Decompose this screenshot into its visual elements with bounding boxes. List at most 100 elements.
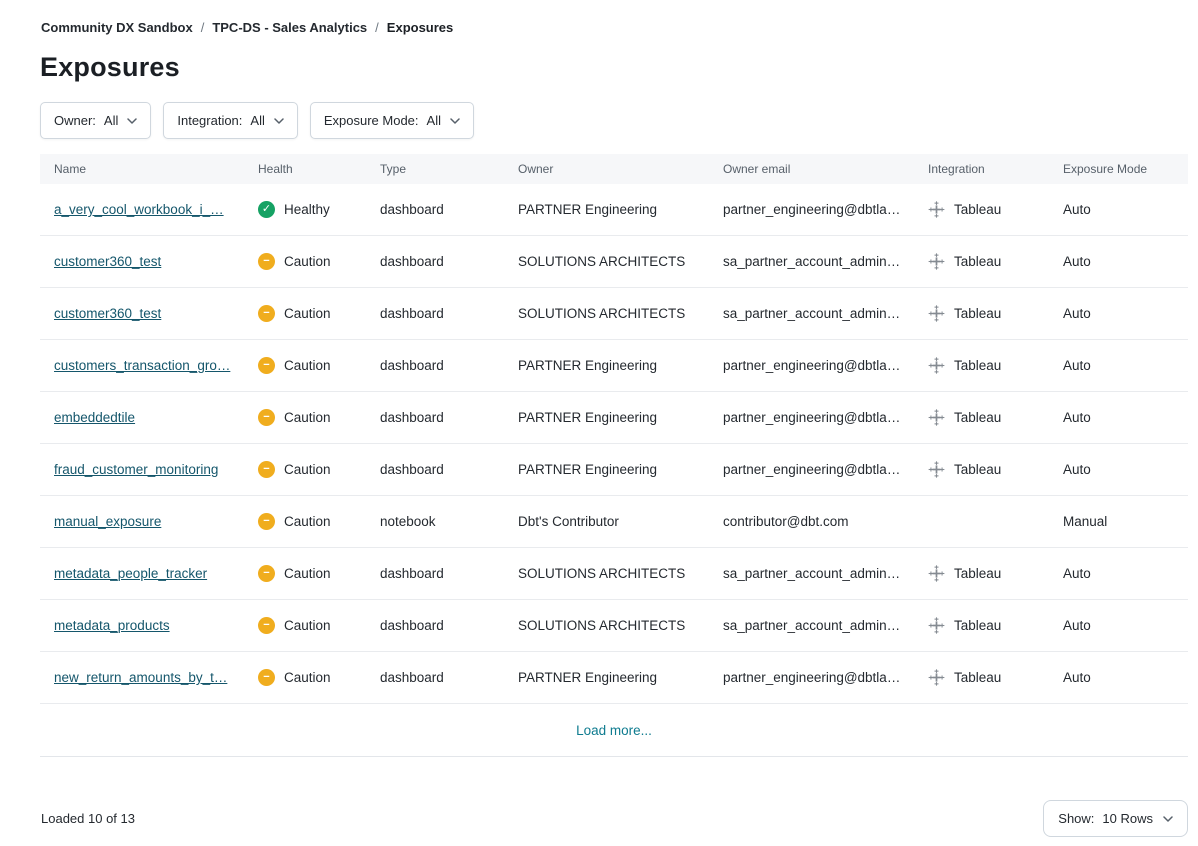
page-title: Exposures bbox=[40, 52, 1188, 83]
owner-cell: SOLUTIONS ARCHITECTS bbox=[518, 566, 723, 581]
owner-email-cell: partner_engineering@dbtla… bbox=[723, 670, 928, 685]
owner-filter-dropdown[interactable]: Owner: All bbox=[40, 102, 151, 139]
owner-email-cell: sa_partner_account_admin… bbox=[723, 566, 928, 581]
owner-email-cell: sa_partner_account_admin… bbox=[723, 254, 928, 269]
exposure-mode-cell: Auto bbox=[1063, 618, 1188, 633]
health-badge: − bbox=[258, 461, 275, 478]
health-badge: − bbox=[258, 513, 275, 530]
owner-filter-value: All bbox=[104, 113, 118, 128]
exposure-name-link[interactable]: a_very_cool_workbook_i_… bbox=[54, 202, 224, 217]
health-badge: − bbox=[258, 357, 275, 374]
loaded-count: Loaded 10 of 13 bbox=[41, 811, 135, 826]
load-more-link[interactable]: Load more... bbox=[576, 723, 652, 738]
show-rows-select[interactable]: Show: 10 Rows bbox=[1043, 800, 1188, 837]
health-badge: ✓ bbox=[258, 201, 275, 218]
load-more-row: Load more... bbox=[40, 704, 1188, 756]
exposure-name-link[interactable]: customer360_test bbox=[54, 254, 161, 269]
breadcrumb-item-environment[interactable]: TPC-DS - Sales Analytics bbox=[212, 20, 367, 35]
owner-cell: SOLUTIONS ARCHITECTS bbox=[518, 306, 723, 321]
type-cell: dashboard bbox=[380, 410, 518, 425]
tableau-icon bbox=[928, 253, 945, 270]
exposure-mode-cell: Auto bbox=[1063, 410, 1188, 425]
type-cell: dashboard bbox=[380, 618, 518, 633]
health-badge: − bbox=[258, 409, 275, 426]
health-label: Caution bbox=[284, 254, 331, 269]
tableau-icon bbox=[928, 461, 945, 478]
owner-cell: PARTNER Engineering bbox=[518, 670, 723, 685]
breadcrumb-item-current: Exposures bbox=[387, 20, 453, 35]
owner-email-cell: contributor@dbt.com bbox=[723, 514, 928, 529]
type-cell: dashboard bbox=[380, 670, 518, 685]
exposure-name-link[interactable]: customer360_test bbox=[54, 306, 161, 321]
type-cell: dashboard bbox=[380, 254, 518, 269]
tableau-icon bbox=[928, 617, 945, 634]
column-header-owner: Owner bbox=[518, 162, 723, 176]
table-body: a_very_cool_workbook_i_… ✓ Healthy dashb… bbox=[40, 184, 1188, 704]
owner-cell: PARTNER Engineering bbox=[518, 410, 723, 425]
breadcrumb: Community DX Sandbox / TPC-DS - Sales An… bbox=[41, 20, 1188, 35]
integration-label: Tableau bbox=[954, 202, 1001, 217]
exposure-name-link[interactable]: new_return_amounts_by_t… bbox=[54, 670, 227, 685]
health-label: Caution bbox=[284, 670, 331, 685]
owner-cell: SOLUTIONS ARCHITECTS bbox=[518, 254, 723, 269]
type-cell: dashboard bbox=[380, 306, 518, 321]
health-badge: − bbox=[258, 669, 275, 686]
health-label: Caution bbox=[284, 358, 331, 373]
exposure-mode-cell: Auto bbox=[1063, 462, 1188, 477]
breadcrumb-separator: / bbox=[375, 20, 379, 35]
exposure-name-link[interactable]: manual_exposure bbox=[54, 514, 161, 529]
health-badge: − bbox=[258, 253, 275, 270]
exposure-name-link[interactable]: customers_transaction_gro… bbox=[54, 358, 230, 373]
health-label: Caution bbox=[284, 514, 331, 529]
integration-label: Tableau bbox=[954, 410, 1001, 425]
tableau-icon bbox=[928, 357, 945, 374]
integration-label: Tableau bbox=[954, 618, 1001, 633]
type-cell: dashboard bbox=[380, 202, 518, 217]
exposure-name-link[interactable]: metadata_products bbox=[54, 618, 170, 633]
show-rows-label: Show: bbox=[1058, 811, 1094, 826]
owner-cell: PARTNER Engineering bbox=[518, 462, 723, 477]
integration-label: Tableau bbox=[954, 358, 1001, 373]
exposure-mode-filter-label: Exposure Mode: bbox=[324, 113, 419, 128]
exposure-name-link[interactable]: fraud_customer_monitoring bbox=[54, 462, 218, 477]
column-header-integration: Integration bbox=[928, 162, 1063, 176]
type-cell: notebook bbox=[380, 514, 518, 529]
integration-label: Tableau bbox=[954, 566, 1001, 581]
owner-email-cell: partner_engineering@dbtla… bbox=[723, 202, 928, 217]
breadcrumb-item-project[interactable]: Community DX Sandbox bbox=[41, 20, 193, 35]
exposures-page: Community DX Sandbox / TPC-DS - Sales An… bbox=[0, 0, 1198, 837]
health-label: Caution bbox=[284, 306, 331, 321]
owner-email-cell: partner_engineering@dbtla… bbox=[723, 358, 928, 373]
owner-email-cell: partner_engineering@dbtla… bbox=[723, 462, 928, 477]
health-label: Caution bbox=[284, 410, 331, 425]
owner-cell: SOLUTIONS ARCHITECTS bbox=[518, 618, 723, 633]
exposures-table: Name Health Type Owner Owner email Integ… bbox=[40, 154, 1188, 757]
exposure-name-link[interactable]: embeddedtile bbox=[54, 410, 135, 425]
exposure-mode-cell: Auto bbox=[1063, 306, 1188, 321]
footer-bar: Loaded 10 of 13 Show: 10 Rows bbox=[40, 800, 1188, 837]
exposure-mode-filter-dropdown[interactable]: Exposure Mode:All bbox=[310, 102, 474, 139]
exposure-mode-cell: Auto bbox=[1063, 670, 1188, 685]
table-row: metadata_people_tracker − Caution dashbo… bbox=[40, 548, 1188, 600]
filters-bar: Owner: All Integration:All Exposure Mode:… bbox=[40, 102, 1188, 139]
exposure-name-link[interactable]: metadata_people_tracker bbox=[54, 566, 207, 581]
table-row: customer360_test − Caution dashboard SOL… bbox=[40, 236, 1188, 288]
owner-email-cell: sa_partner_account_admin… bbox=[723, 618, 928, 633]
health-badge: − bbox=[258, 617, 275, 634]
owner-email-cell: partner_engineering@dbtla… bbox=[723, 410, 928, 425]
health-label: Caution bbox=[284, 462, 331, 477]
chevron-down-icon bbox=[450, 118, 460, 124]
column-header-name: Name bbox=[54, 162, 258, 176]
owner-email-cell: sa_partner_account_admin… bbox=[723, 306, 928, 321]
column-header-owner-email: Owner email bbox=[723, 162, 928, 176]
table-row: customer360_test − Caution dashboard SOL… bbox=[40, 288, 1188, 340]
owner-cell: Dbt's Contributor bbox=[518, 514, 723, 529]
chevron-down-icon bbox=[1163, 816, 1173, 822]
table-row: embeddedtile − Caution dashboard PARTNER… bbox=[40, 392, 1188, 444]
type-cell: dashboard bbox=[380, 358, 518, 373]
owner-cell: PARTNER Engineering bbox=[518, 358, 723, 373]
health-badge: − bbox=[258, 565, 275, 582]
integration-filter-dropdown[interactable]: Integration:All bbox=[163, 102, 298, 139]
owner-filter-label: Owner: bbox=[54, 113, 96, 128]
show-rows-value: 10 Rows bbox=[1102, 811, 1153, 826]
